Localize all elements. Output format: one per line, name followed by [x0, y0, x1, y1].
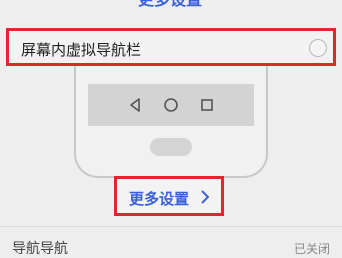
physical-home-button	[150, 138, 192, 156]
more-settings-label: 更多设置	[129, 190, 190, 208]
home-icon	[164, 98, 178, 112]
virtual-nav-bar-radio[interactable]	[309, 39, 327, 57]
chevron-right-icon	[201, 190, 209, 204]
nav-bar-preview	[88, 84, 254, 126]
more-settings-link-partial[interactable]: 更多设置	[120, 0, 220, 9]
more-settings-button[interactable]: 更多设置	[114, 176, 224, 216]
bottom-row-value: 已关闭	[293, 242, 330, 256]
phone-illustration	[74, 66, 268, 178]
section-divider	[0, 226, 342, 227]
virtual-nav-bar-label: 屏幕内虚拟导航栏	[21, 41, 142, 59]
recents-icon	[201, 99, 213, 111]
bottom-row-label[interactable]: 导航导航	[12, 238, 68, 258]
back-icon	[130, 98, 140, 112]
virtual-nav-bar-option[interactable]: 屏幕内虚拟导航栏	[6, 28, 336, 66]
